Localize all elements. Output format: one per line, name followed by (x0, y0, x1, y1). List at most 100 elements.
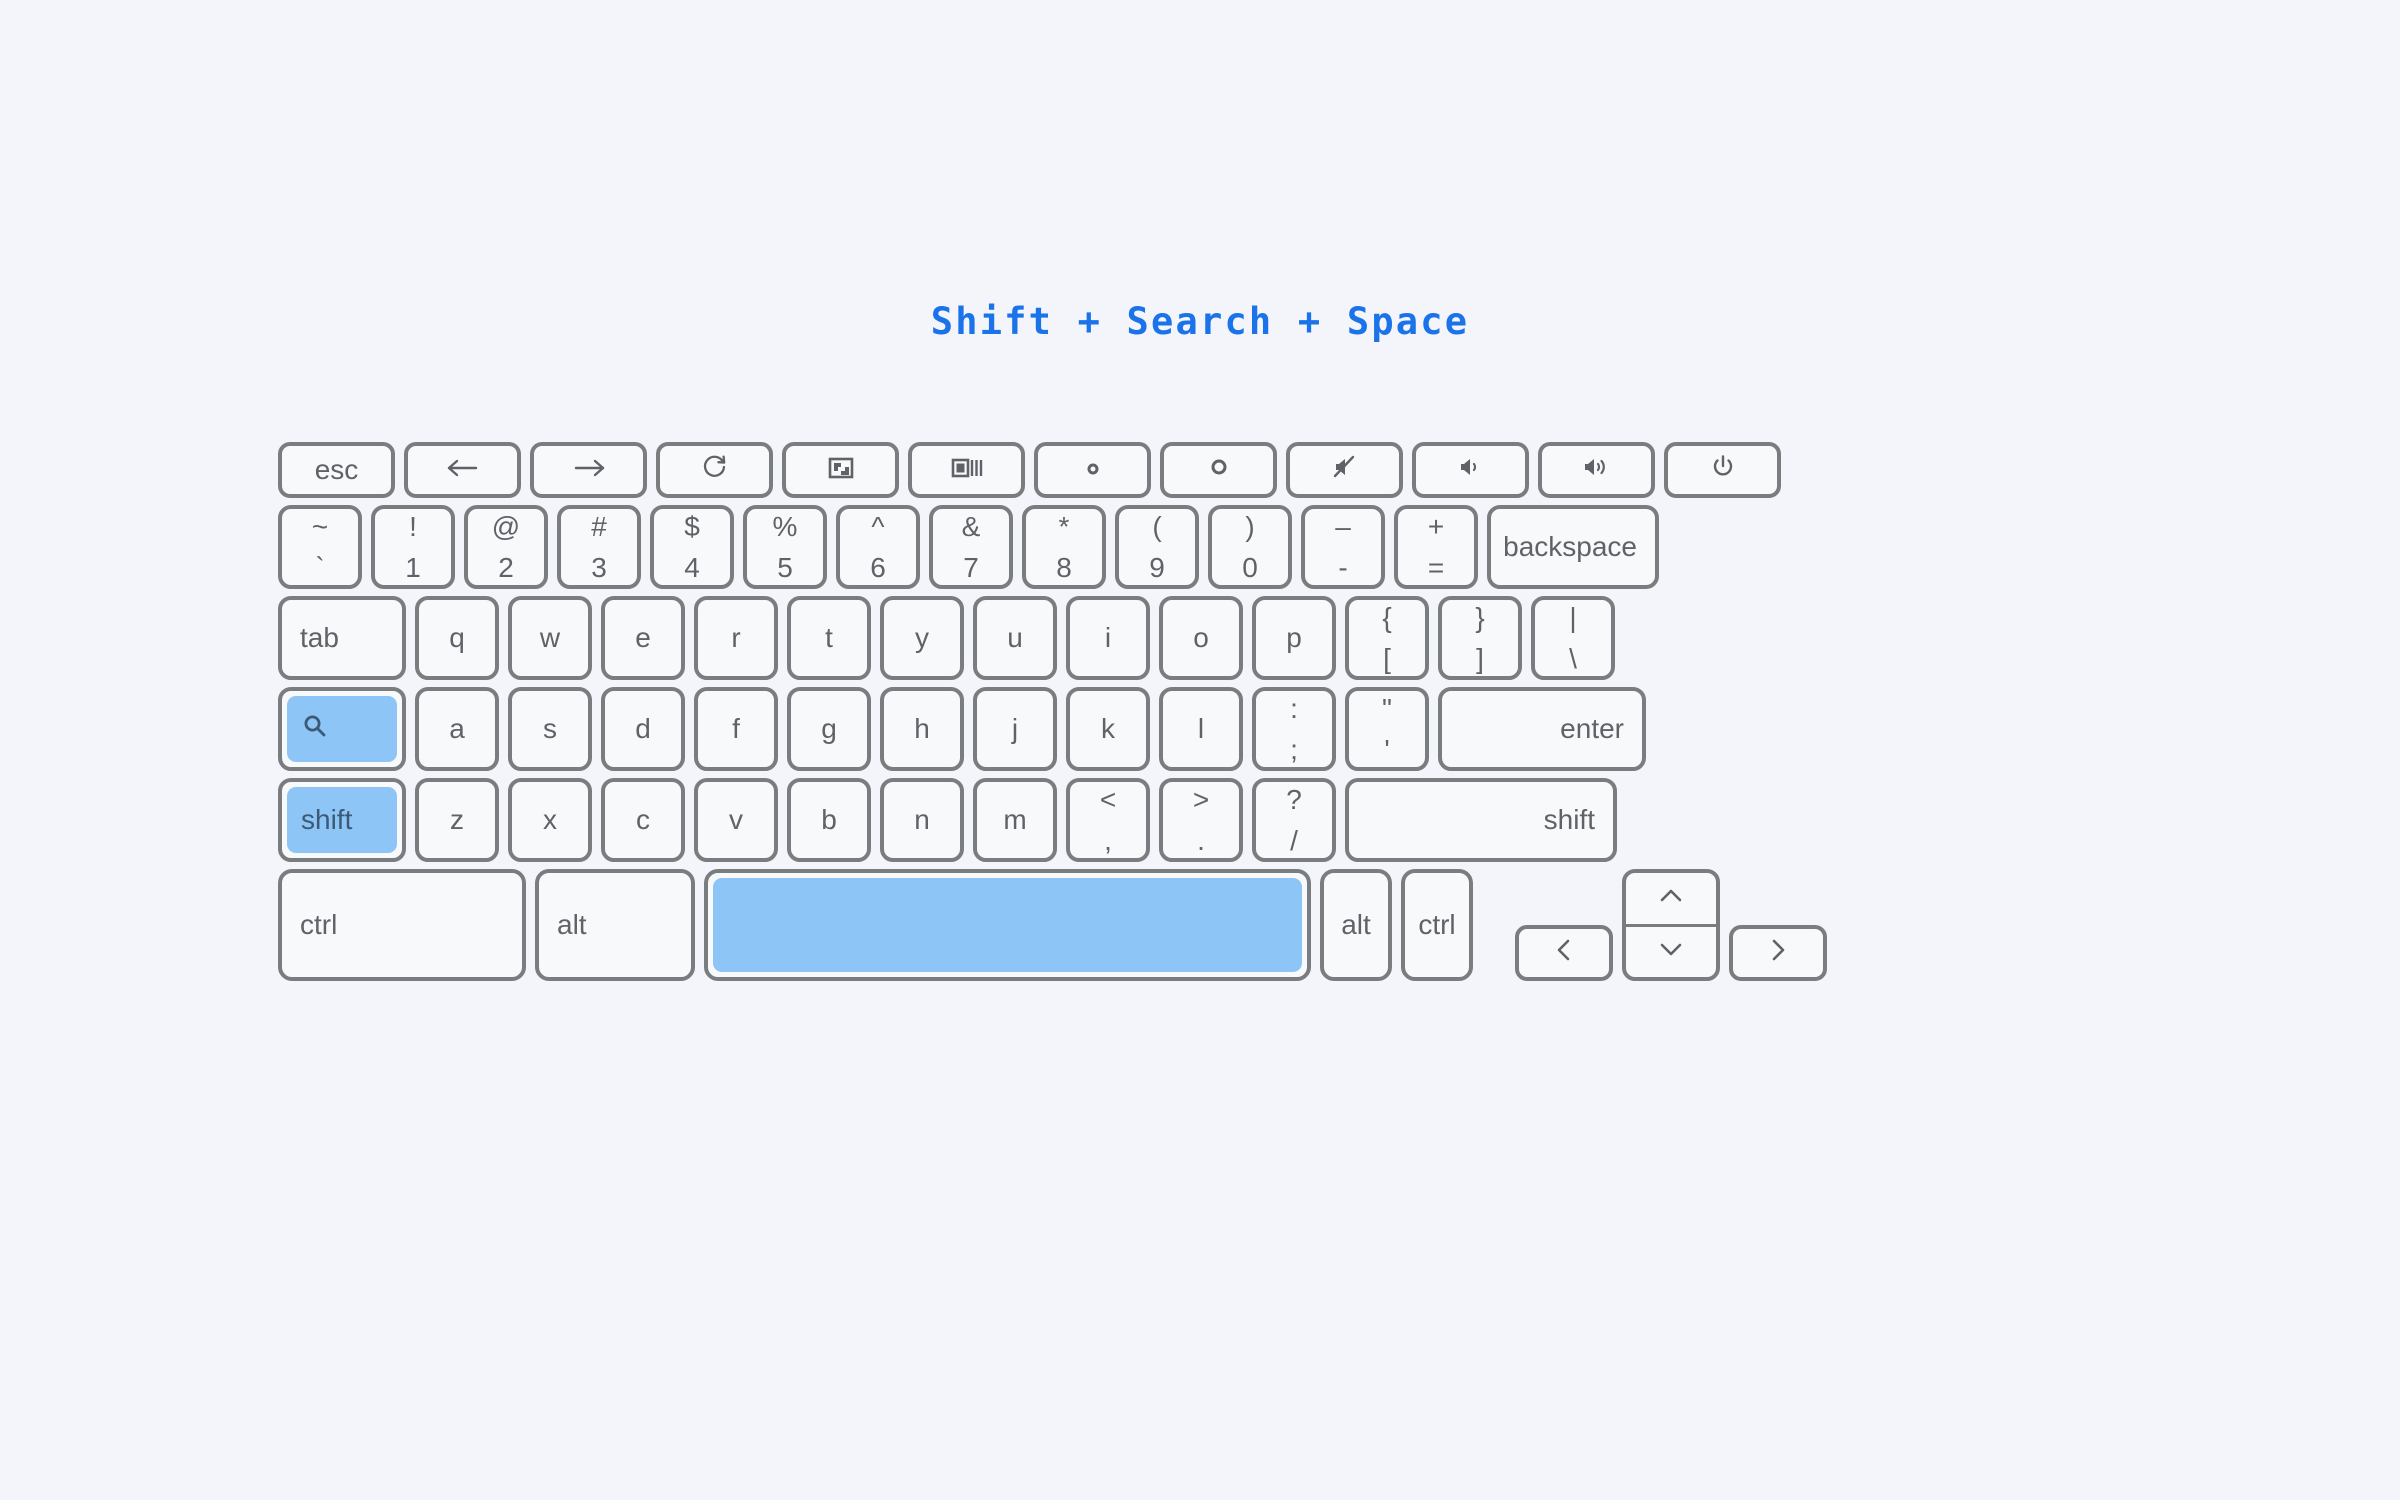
key-label: a (449, 713, 465, 744)
key-e[interactable]: e (601, 596, 685, 680)
key-8[interactable]: * 8 (1022, 505, 1106, 589)
shift-key-row: shift z x c v b n m < , > . ? / shift (278, 778, 2132, 862)
key-forward[interactable] (530, 442, 647, 498)
key-z[interactable]: z (415, 778, 499, 862)
key-bracket-right[interactable]: } ] (1438, 596, 1522, 680)
key-5[interactable]: % 5 (743, 505, 827, 589)
key-refresh[interactable] (656, 442, 773, 498)
key-d[interactable]: d (601, 687, 685, 771)
key-label-upper: " (1382, 692, 1392, 724)
key-label-lower: ` (315, 551, 325, 583)
key-a[interactable]: a (415, 687, 499, 771)
key-slash[interactable]: ? / (1252, 778, 1336, 862)
key-backtick[interactable]: ~ ` (278, 505, 362, 589)
key-r[interactable]: r (694, 596, 778, 680)
key-search[interactable] (278, 687, 406, 771)
key-x[interactable]: x (508, 778, 592, 862)
key-label: f (732, 713, 740, 744)
key-p[interactable]: p (1252, 596, 1336, 680)
key-i[interactable]: i (1066, 596, 1150, 680)
key-6[interactable]: ^ 6 (836, 505, 920, 589)
key-arrow-down[interactable] (1626, 927, 1716, 978)
key-label: esc (314, 454, 359, 485)
key-brightness-up[interactable] (1160, 442, 1277, 498)
qwerty-key-row: tab q w e r t y u i o p { [ } ] | \ (278, 596, 2132, 680)
arrow-right-icon (1767, 937, 1789, 970)
key-label-upper: $ (684, 510, 700, 542)
key-brightness-down[interactable] (1034, 442, 1151, 498)
key-o[interactable]: o (1159, 596, 1243, 680)
key-2[interactable]: @ 2 (464, 505, 548, 589)
key-arrow-right[interactable] (1729, 925, 1827, 981)
key-f[interactable]: f (694, 687, 778, 771)
key-3[interactable]: # 3 (557, 505, 641, 589)
key-enter[interactable]: enter (1438, 687, 1646, 771)
key-comma[interactable]: < , (1066, 778, 1150, 862)
shortcut-title: Shift + Search + Space (930, 300, 1470, 343)
key-y[interactable]: y (880, 596, 964, 680)
key-h[interactable]: h (880, 687, 964, 771)
key-g[interactable]: g (787, 687, 871, 771)
key-alt-left[interactable]: alt (535, 869, 695, 981)
key-backspace[interactable]: backspace (1487, 505, 1659, 589)
key-label-lower: . (1197, 824, 1205, 856)
key-power[interactable] (1664, 442, 1781, 498)
key-volume-mute[interactable] (1286, 442, 1403, 498)
key-backslash[interactable]: | \ (1531, 596, 1615, 680)
key-label: shift (1543, 804, 1595, 835)
key-label-lower: 0 (1242, 551, 1258, 583)
key-label: v (729, 804, 743, 835)
key-alt-right[interactable]: alt (1320, 869, 1392, 981)
key-n[interactable]: n (880, 778, 964, 862)
key-equals[interactable]: + = (1394, 505, 1478, 589)
key-9[interactable]: ( 9 (1115, 505, 1199, 589)
key-label: alt (557, 909, 587, 940)
key-semicolon[interactable]: : ; (1252, 687, 1336, 771)
key-label-upper: * (1058, 510, 1070, 542)
key-1[interactable]: ! 1 (371, 505, 455, 589)
key-w[interactable]: w (508, 596, 592, 680)
key-u[interactable]: u (973, 596, 1057, 680)
volume-mute-icon (1332, 454, 1358, 486)
key-ctrl-right[interactable]: ctrl (1401, 869, 1473, 981)
key-s[interactable]: s (508, 687, 592, 771)
key-t[interactable]: t (787, 596, 871, 680)
key-tab[interactable]: tab (278, 596, 406, 680)
key-m[interactable]: m (973, 778, 1057, 862)
key-label-upper: ! (409, 510, 417, 542)
key-label-lower: 3 (591, 551, 607, 583)
key-space[interactable] (704, 869, 1311, 981)
key-arrow-left[interactable] (1515, 925, 1613, 981)
key-j[interactable]: j (973, 687, 1057, 771)
key-volume-up[interactable] (1538, 442, 1655, 498)
key-arrow-updown (1622, 869, 1720, 981)
key-back[interactable] (404, 442, 521, 498)
bottom-key-row: ctrl alt alt ctrl (278, 869, 2132, 981)
key-q[interactable]: q (415, 596, 499, 680)
key-7[interactable]: & 7 (929, 505, 1013, 589)
key-fullscreen[interactable] (782, 442, 899, 498)
key-label: ctrl (1418, 909, 1456, 940)
key-c[interactable]: c (601, 778, 685, 862)
key-overview[interactable] (908, 442, 1025, 498)
key-l[interactable]: l (1159, 687, 1243, 771)
key-period[interactable]: > . (1159, 778, 1243, 862)
key-volume-down[interactable] (1412, 442, 1529, 498)
key-label-lower: 4 (684, 551, 700, 583)
key-0[interactable]: ) 0 (1208, 505, 1292, 589)
key-label: c (636, 804, 650, 835)
key-arrow-up[interactable] (1626, 873, 1716, 927)
key-4[interactable]: $ 4 (650, 505, 734, 589)
key-shift-left[interactable]: shift (278, 778, 406, 862)
key-minus[interactable]: – - (1301, 505, 1385, 589)
key-v[interactable]: v (694, 778, 778, 862)
key-k[interactable]: k (1066, 687, 1150, 771)
key-quote[interactable]: " ' (1345, 687, 1429, 771)
key-label-lower: 5 (777, 551, 793, 583)
key-b[interactable]: b (787, 778, 871, 862)
key-shift-right[interactable]: shift (1345, 778, 1617, 862)
key-bracket-left[interactable]: { [ (1345, 596, 1429, 680)
key-esc[interactable]: esc (278, 442, 395, 498)
key-label-upper: ( (1152, 510, 1162, 542)
key-ctrl-left[interactable]: ctrl (278, 869, 526, 981)
